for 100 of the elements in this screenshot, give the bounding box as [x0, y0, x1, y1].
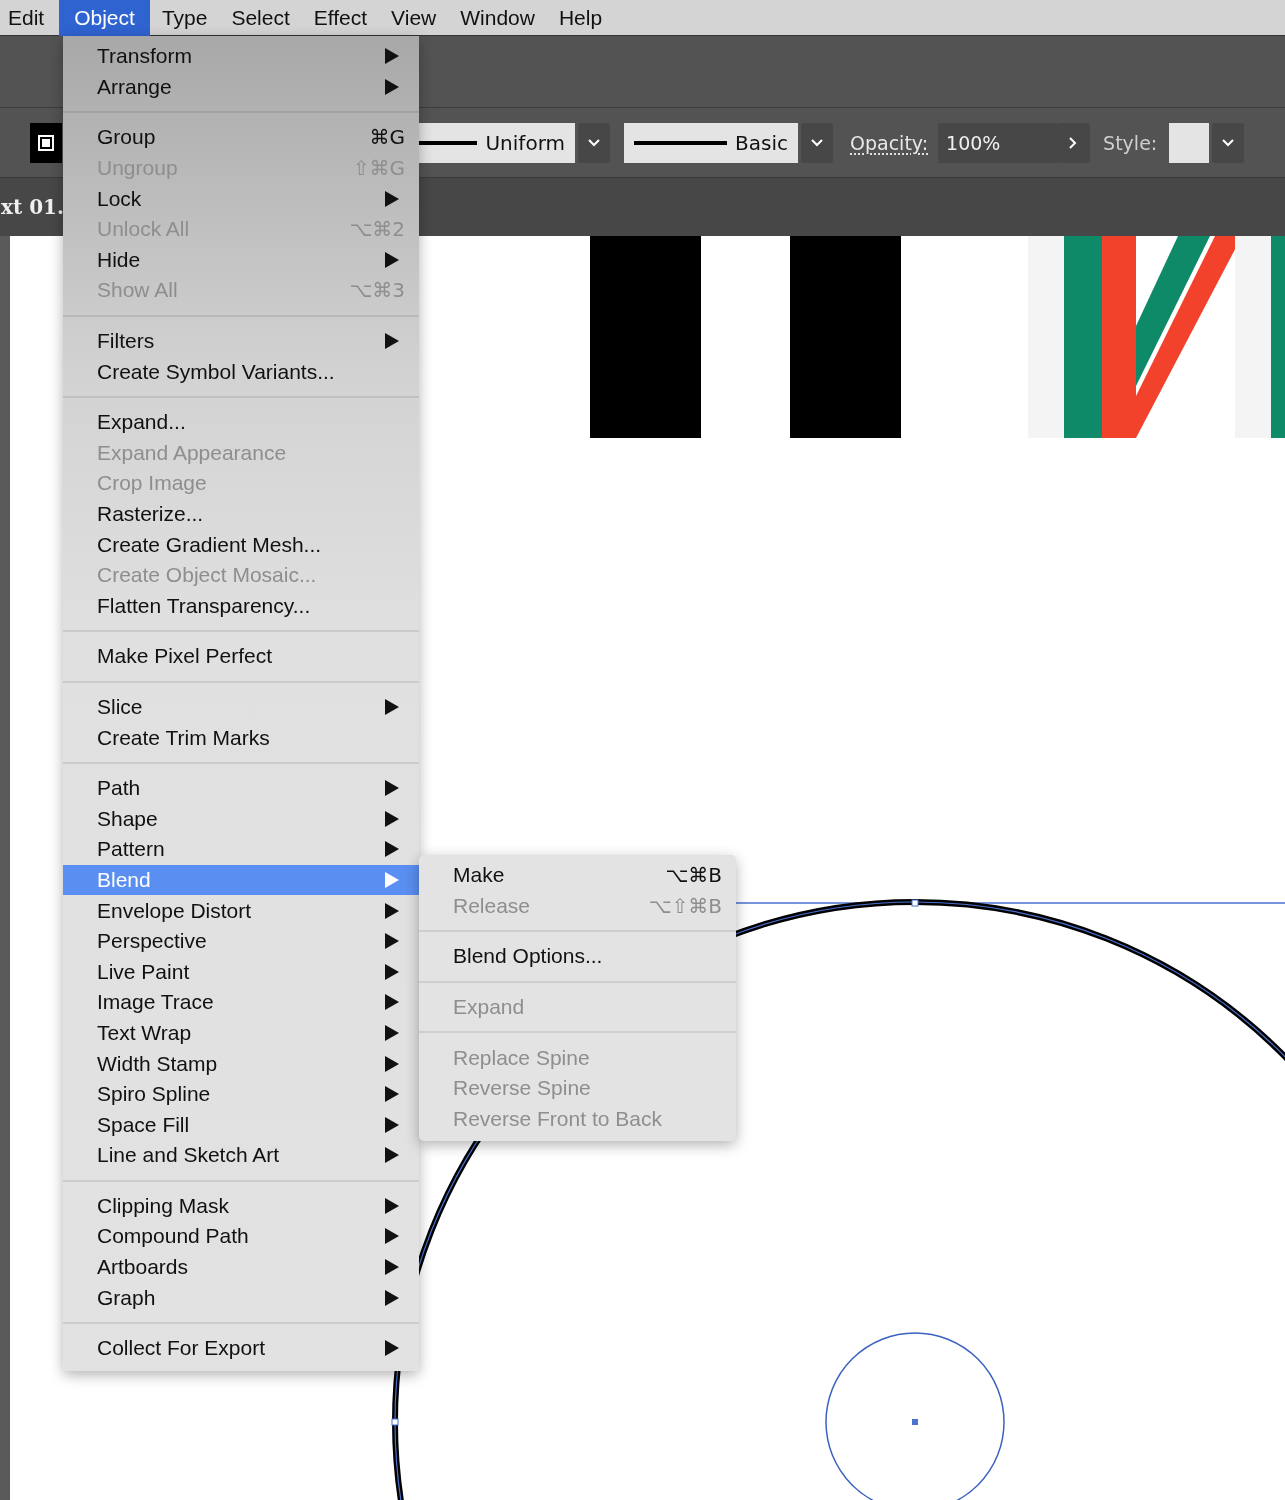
submenu-arrow-icon [385, 933, 399, 950]
opacity-link[interactable]: Opacity: [850, 131, 929, 154]
menu-bar-item[interactable]: Window [448, 0, 547, 36]
menu-item-label: Create Object Mosaic... [97, 563, 318, 588]
shortcut-label: ⌥⌘3 [349, 278, 405, 303]
menu-item-label: Flatten Transparency... [97, 593, 312, 618]
submenu-arrow-icon [385, 78, 399, 95]
submenu-arrow-icon [385, 251, 399, 268]
menu-item-label: Space Fill [97, 1112, 191, 1137]
menu-item-label: Create Symbol Variants... [97, 359, 336, 384]
menu-item-label: Make [453, 863, 506, 888]
menu-item-label: Expand... [97, 410, 187, 435]
menu-item[interactable]: Collect For Export [63, 1332, 419, 1364]
submenu-arrow-icon [385, 963, 399, 980]
menu-item[interactable]: Shape [63, 803, 419, 835]
chevron-right-icon[interactable] [1056, 122, 1091, 163]
menu-item[interactable]: Group ⌘G [63, 122, 419, 153]
submenu-arrow-icon [385, 1340, 399, 1357]
submenu-arrow-icon [385, 699, 399, 715]
menu-item[interactable]: Create Trim Marks [63, 722, 419, 753]
menu-item-label: Envelope Distort [97, 898, 253, 923]
brush-dropdown[interactable]: Basic [624, 122, 798, 163]
anchor-point [912, 1419, 918, 1425]
submenu-arrow-icon [385, 1024, 399, 1041]
submenu-arrow-icon [385, 902, 399, 919]
menu-item-label: Crop Image [97, 471, 208, 496]
menu-bar-item[interactable]: Type [149, 0, 220, 36]
menu-item-label: Blend [97, 867, 152, 892]
menu-item-label: Compound Path [97, 1224, 250, 1249]
menu-item[interactable]: Make Pixel Perfect [63, 641, 419, 672]
document-tab[interactable]: xt 01. [1, 195, 64, 219]
menu-item[interactable]: Pattern [63, 834, 419, 865]
shortcut-label: ⌘G [369, 125, 405, 150]
menu-item[interactable]: Filters [63, 325, 419, 357]
menu-item[interactable]: Arrange [63, 71, 419, 103]
menu-bar-item[interactable]: Effect [301, 0, 380, 36]
menu-item[interactable]: Hide [63, 244, 419, 276]
menu-item[interactable]: Rasterize... [63, 498, 419, 530]
menu-item[interactable]: Transform [63, 41, 419, 72]
menu-item[interactable]: Perspective [63, 925, 419, 957]
menu-item-label: Clipping Mask [97, 1193, 230, 1218]
menu-item[interactable]: Live Paint [63, 956, 419, 988]
submenu-arrow-icon [385, 1055, 399, 1072]
menu-bar-item[interactable]: Select [219, 0, 302, 36]
menu-item[interactable]: Blend Options... [419, 941, 736, 972]
menu-item[interactable]: Path [63, 772, 419, 804]
submenu-arrow-icon [385, 780, 399, 797]
menu-item-label: Collect For Export [97, 1336, 267, 1361]
menu-item[interactable]: Envelope Distort [63, 895, 419, 926]
menu-item[interactable]: Graph [63, 1282, 419, 1313]
menu-item[interactable]: Expand... [63, 406, 419, 438]
menu-item[interactable]: Artboards [63, 1251, 419, 1283]
menu-item-label: Slice [97, 695, 144, 719]
shortcut-label: ⌥⌘B [665, 863, 722, 888]
dropdown-chevron-icon[interactable] [801, 122, 833, 163]
menu-item-label: Create Trim Marks [97, 725, 271, 750]
menu-bar-item[interactable]: View [379, 0, 449, 36]
menu-item-label: Replace Spine [453, 1045, 591, 1070]
menu-item[interactable]: Spiro Spline [63, 1078, 419, 1110]
menu-item[interactable]: Slice [63, 691, 419, 723]
menu-item-label: Blend Options... [453, 944, 604, 969]
stroke-profile-dropdown[interactable]: Uniform [419, 122, 575, 163]
menu-item-label: Text Wrap [97, 1020, 193, 1045]
shortcut-label: ⌥⇧⌘B [648, 893, 722, 918]
menu-item-label: Width Stamp [97, 1051, 219, 1076]
menu-item[interactable]: Line and Sketch Art [63, 1140, 419, 1171]
submenu-arrow-icon [385, 841, 399, 858]
menu-item-label: Expand Appearance [97, 440, 288, 465]
menu-item-label: Graph [97, 1285, 157, 1310]
menu-item-label: Live Paint [97, 959, 191, 984]
anchor-point [911, 899, 919, 907]
style-swatch[interactable] [1169, 122, 1210, 163]
menu-item[interactable]: Text Wrap [63, 1017, 419, 1049]
menu-bar-item[interactable]: Edit [0, 0, 57, 36]
menu-item[interactable]: Flatten Transparency... [63, 590, 419, 622]
menu-item[interactable]: Compound Path [63, 1221, 419, 1252]
menu-item-label: Artboards [97, 1255, 190, 1280]
dropdown-chevron-icon[interactable] [1212, 122, 1245, 163]
menu-item[interactable]: Make ⌥⌘B [419, 860, 736, 891]
menu-item[interactable]: Create Gradient Mesh... [63, 529, 419, 560]
submenu-arrow-icon [385, 190, 399, 207]
opacity-field[interactable]: 100% [938, 122, 1057, 163]
submenu-arrow-icon [385, 1116, 399, 1133]
menu-item-label: Path [97, 776, 142, 801]
dropdown-chevron-icon[interactable] [578, 122, 610, 163]
menu-item-label: Perspective [97, 929, 208, 954]
menu-item-label: Image Trace [97, 990, 215, 1015]
menu-bar-item[interactable]: Help [546, 0, 615, 36]
menu-item[interactable]: Create Symbol Variants... [63, 356, 419, 387]
menu-item[interactable]: Image Trace [63, 987, 419, 1018]
menu-item[interactable]: Width Stamp [63, 1048, 419, 1079]
stroke-swatch[interactable] [30, 122, 62, 163]
menu-item[interactable]: Space Fill [63, 1109, 419, 1140]
submenu-arrow-icon [385, 810, 399, 827]
menu-item-label: Spiro Spline [97, 1082, 212, 1107]
menu-item[interactable]: Clipping Mask [63, 1190, 419, 1222]
menu-item[interactable]: Lock [63, 183, 419, 214]
submenu-arrow-icon [385, 1086, 399, 1103]
menu-item-label: Shape [97, 806, 159, 831]
menu-bar-item[interactable]: Object [59, 0, 150, 36]
